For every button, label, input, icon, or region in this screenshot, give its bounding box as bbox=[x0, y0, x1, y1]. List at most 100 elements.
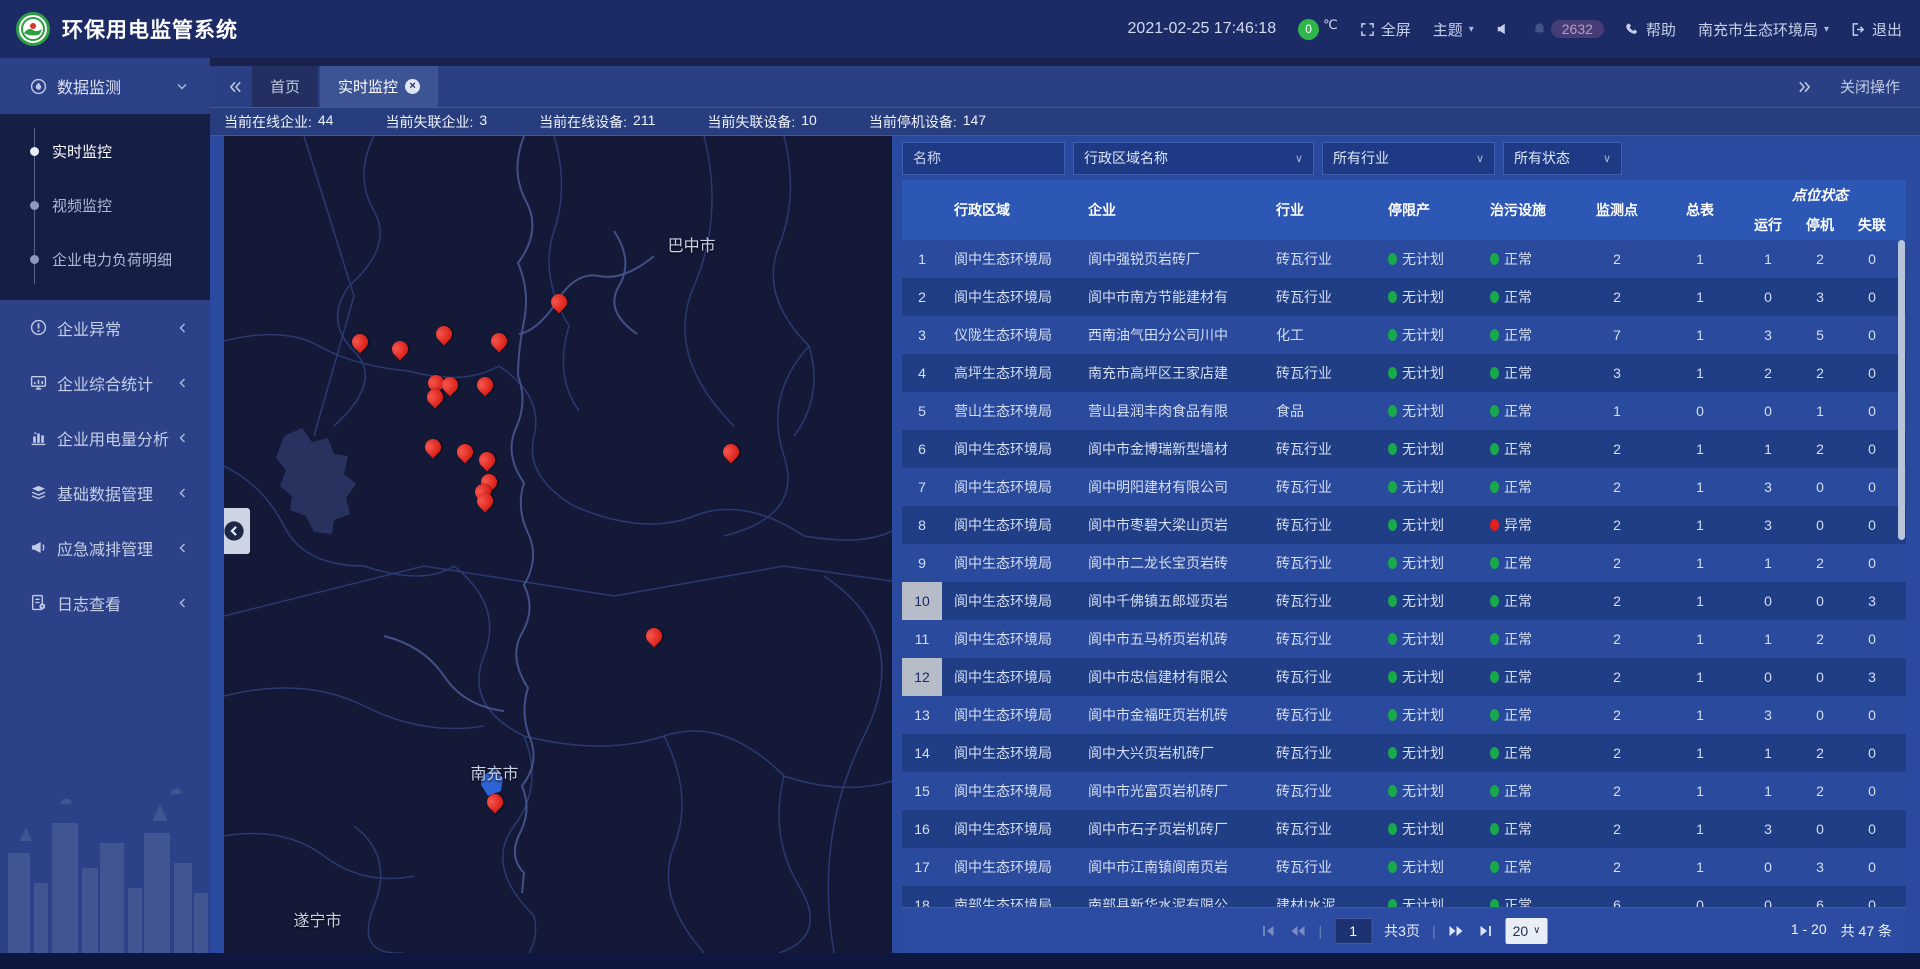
table-row[interactable]: 3仪陇生态环境局西南油气田分公司川中化工无计划正常71350 bbox=[902, 316, 1906, 354]
close-operations-button[interactable]: 关闭操作 bbox=[1840, 76, 1900, 97]
divider: | bbox=[1432, 923, 1436, 939]
cell-monitor-points: 7 bbox=[1576, 327, 1658, 343]
status-dot-green-icon bbox=[1388, 785, 1397, 797]
page-size-select[interactable]: 20∨ bbox=[1506, 918, 1548, 944]
stat-label: 当前在线设备: bbox=[539, 112, 627, 132]
status-dot-green-icon bbox=[1490, 595, 1499, 607]
table-row[interactable]: 8阆中生态环境局阆中市枣碧大梁山页岩砖瓦行业无计划异常21300 bbox=[902, 506, 1906, 544]
cell-monitor-points: 2 bbox=[1576, 251, 1658, 267]
stat-item: 当前停机设备:147 bbox=[869, 112, 986, 132]
sidebar-item-label: 数据监测 bbox=[57, 74, 121, 98]
table-row[interactable]: 12阆中生态环境局阆中市忠信建材有限公砖瓦行业无计划正常21003 bbox=[902, 658, 1906, 696]
sidebar-subitem[interactable]: 实时监控 bbox=[0, 124, 210, 178]
status-dot-green-icon bbox=[1490, 481, 1499, 493]
notifications[interactable]: 2632 bbox=[1532, 20, 1604, 38]
cell-total-meter: 1 bbox=[1658, 479, 1742, 495]
sidebar-item-3[interactable]: 企业用电量分析 bbox=[0, 410, 210, 465]
cell-company: 阆中市五马桥页岩机砖 bbox=[1076, 629, 1264, 649]
cell-monitor-points: 2 bbox=[1576, 821, 1658, 837]
name-filter-input[interactable] bbox=[902, 142, 1065, 175]
theme-dropdown[interactable]: 主题▾ bbox=[1433, 19, 1474, 40]
sidebar-item-4[interactable]: 基础数据管理 bbox=[0, 465, 210, 520]
cell-region: 阆中生态环境局 bbox=[942, 857, 1076, 877]
table-row[interactable]: 14阆中生态环境局阆中大兴页岩机砖厂砖瓦行业无计划正常21120 bbox=[902, 734, 1906, 772]
logout-icon bbox=[1851, 22, 1866, 37]
chevron-down-icon: ▾ bbox=[1469, 24, 1474, 35]
next-page-button[interactable] bbox=[1448, 924, 1466, 938]
table-row[interactable]: 4高坪生态环境局南充市高坪区王家店建砖瓦行业无计划正常31220 bbox=[902, 354, 1906, 392]
status-dot-green-icon bbox=[1388, 557, 1397, 569]
region-filter-select[interactable]: 行政区域名称∨ bbox=[1073, 142, 1314, 175]
cell-offline: 0 bbox=[1846, 631, 1898, 647]
tabs-scroll-left-button[interactable] bbox=[218, 66, 252, 107]
cell-halted: 0 bbox=[1794, 517, 1846, 533]
sidebar-subitem[interactable]: 企业电力负荷明细 bbox=[0, 232, 210, 286]
header-offline: 失联 bbox=[1846, 210, 1898, 240]
industry-filter-select[interactable]: 所有行业∨ bbox=[1322, 142, 1495, 175]
tabs-scroll-right-button[interactable] bbox=[1788, 80, 1822, 94]
app-logo-icon bbox=[16, 12, 50, 46]
cell-total-meter: 1 bbox=[1658, 745, 1742, 761]
cell-company: 阆中市光富页岩机砖厂 bbox=[1076, 781, 1264, 801]
fullscreen-button[interactable]: 全屏 bbox=[1360, 19, 1411, 40]
row-index: 17 bbox=[902, 848, 942, 886]
table-scrollbar[interactable] bbox=[1898, 240, 1906, 907]
row-index: 11 bbox=[902, 620, 942, 658]
close-tab-icon[interactable]: × bbox=[405, 79, 420, 94]
emergency-icon bbox=[30, 539, 47, 556]
table-row[interactable]: 18南部生态环境局南部县新华水泥有限公建材|水泥无计划正常60060 bbox=[902, 886, 1906, 907]
status-filter-select[interactable]: 所有状态∨ bbox=[1503, 142, 1622, 175]
table-row[interactable]: 10阆中生态环境局阆中千佛镇五郎垭页岩砖瓦行业无计划正常21003 bbox=[902, 582, 1906, 620]
status-dot-green-icon bbox=[1388, 899, 1397, 907]
cell-company: 阆中市忠信建材有限公 bbox=[1076, 667, 1264, 687]
chevron-down-icon: ∨ bbox=[1603, 152, 1611, 165]
sidebar-item-0[interactable]: 数据监测 bbox=[0, 58, 210, 114]
help-button[interactable]: 帮助 bbox=[1626, 19, 1676, 40]
mute-button[interactable] bbox=[1496, 22, 1510, 36]
chevron-left-icon bbox=[177, 487, 188, 499]
prev-page-button[interactable] bbox=[1289, 924, 1307, 938]
sidebar-item-5[interactable]: 应急减排管理 bbox=[0, 520, 210, 575]
cell-monitor-points: 2 bbox=[1576, 289, 1658, 305]
main-content: 首页 实时监控 × 关闭操作 当前在线企业:44当前失联企业:3当前在线设备:2… bbox=[210, 58, 1920, 953]
cell-company: 阆中市石子页岩机砖厂 bbox=[1076, 819, 1264, 839]
cell-halted: 3 bbox=[1794, 859, 1846, 875]
table-row[interactable]: 13阆中生态环境局阆中市金福旺页岩机砖砖瓦行业无计划正常21300 bbox=[902, 696, 1906, 734]
cell-pollution-control: 正常 bbox=[1478, 895, 1576, 907]
table-row[interactable]: 16阆中生态环境局阆中市石子页岩机砖厂砖瓦行业无计划正常21300 bbox=[902, 810, 1906, 848]
tab-home[interactable]: 首页 bbox=[252, 66, 318, 107]
table-row[interactable]: 1阆中生态环境局阆中强锐页岩砖厂砖瓦行业无计划正常21120 bbox=[902, 240, 1906, 278]
header-monitor-points: 监测点 bbox=[1576, 180, 1658, 240]
cell-halted: 0 bbox=[1794, 479, 1846, 495]
row-index: 8 bbox=[902, 506, 942, 544]
map-panel[interactable]: 巴中市南充市遂宁市 bbox=[224, 136, 892, 953]
cell-running: 3 bbox=[1742, 479, 1794, 495]
table-row[interactable]: 2阆中生态环境局阆中市南方节能建材有砖瓦行业无计划正常21030 bbox=[902, 278, 1906, 316]
table-row[interactable]: 11阆中生态环境局阆中市五马桥页岩机砖砖瓦行业无计划正常21120 bbox=[902, 620, 1906, 658]
cell-halted: 6 bbox=[1794, 897, 1846, 907]
cell-offline: 0 bbox=[1846, 897, 1898, 907]
table-row[interactable]: 15阆中生态环境局阆中市光富页岩机砖厂砖瓦行业无计划正常21120 bbox=[902, 772, 1906, 810]
status-dot-green-icon bbox=[1490, 747, 1499, 759]
tab-realtime-monitor[interactable]: 实时监控 × bbox=[320, 66, 438, 107]
sidebar-item-2[interactable]: 企业综合统计 bbox=[0, 355, 210, 410]
cell-region: 仪陇生态环境局 bbox=[942, 325, 1076, 345]
scrollbar-thumb[interactable] bbox=[1898, 240, 1905, 540]
sidebar-item-6[interactable]: 日志查看 bbox=[0, 575, 210, 630]
sidebar-subitem[interactable]: 视频监控 bbox=[0, 178, 210, 232]
first-page-button[interactable] bbox=[1261, 924, 1277, 938]
table-row[interactable]: 17阆中生态环境局阆中市江南镇阆南页岩砖瓦行业无计划正常21030 bbox=[902, 848, 1906, 886]
notification-badge[interactable]: 2632 bbox=[1551, 20, 1604, 38]
table-row[interactable]: 7阆中生态环境局阆中明阳建材有限公司砖瓦行业无计划正常21300 bbox=[902, 468, 1906, 506]
sidebar-item-1[interactable]: 企业异常 bbox=[0, 300, 210, 355]
org-dropdown[interactable]: 南充市生态环境局▾ bbox=[1698, 19, 1829, 40]
page-number-input[interactable] bbox=[1334, 918, 1372, 944]
table-row[interactable]: 5营山生态环境局营山县润丰肉食品有限食品无计划正常10010 bbox=[902, 392, 1906, 430]
map-collapse-button[interactable] bbox=[224, 508, 250, 554]
row-index: 15 bbox=[902, 772, 942, 810]
table-row[interactable]: 9阆中生态环境局阆中市二龙长宝页岩砖砖瓦行业无计划正常21120 bbox=[902, 544, 1906, 582]
logout-button[interactable]: 退出 bbox=[1851, 19, 1902, 40]
last-page-button[interactable] bbox=[1478, 924, 1494, 938]
cell-company: 阆中市枣碧大梁山页岩 bbox=[1076, 515, 1264, 535]
table-row[interactable]: 6阆中生态环境局阆中市金博瑞新型墙材砖瓦行业无计划正常21120 bbox=[902, 430, 1906, 468]
